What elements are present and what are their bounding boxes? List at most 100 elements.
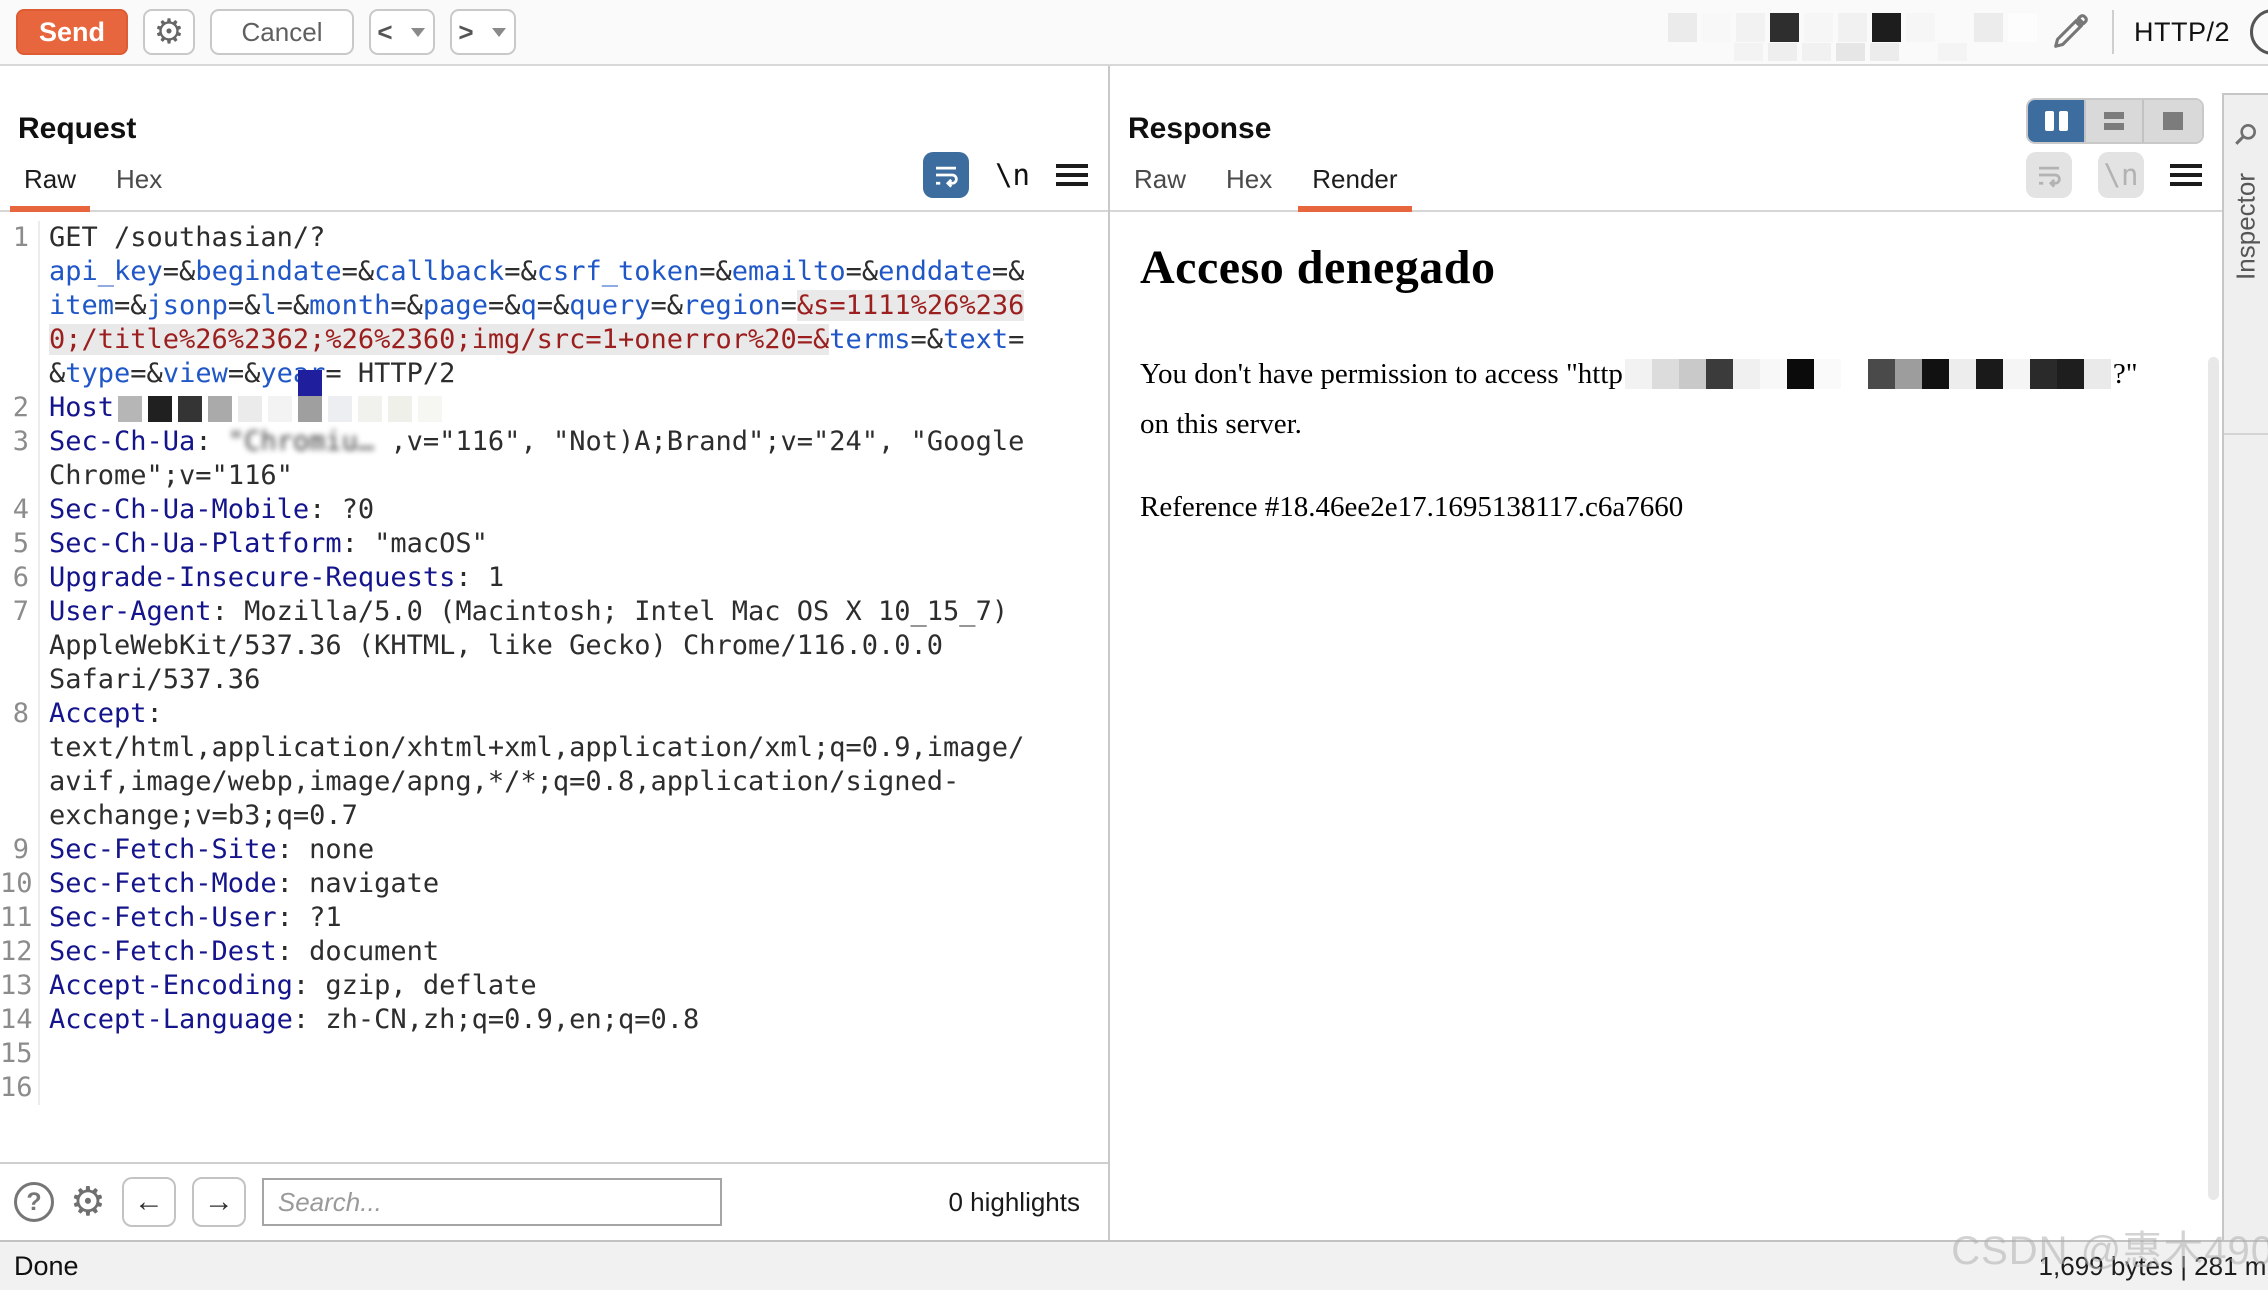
line-number: 3 <box>0 425 40 493</box>
line-number: 15 <box>0 1037 40 1071</box>
layout-columns-button[interactable] <box>2028 100 2086 142</box>
request-line-text[interactable] <box>40 1071 1108 1105</box>
word-wrap-toggle-disabled[interactable] <box>2026 152 2072 198</box>
gear-icon: ⚙ <box>154 15 184 49</box>
request-line: 12Sec-Fetch-Dest: document <box>0 935 1108 969</box>
line-number: 13 <box>0 969 40 1003</box>
line-number: 14 <box>0 1003 40 1037</box>
request-line: 6Upgrade-Insecure-Requests: 1 <box>0 561 1108 595</box>
request-line: 2Host <box>0 391 1108 425</box>
request-line-text[interactable]: Sec-Ch-Ua-Platform: "macOS" <box>40 527 1108 561</box>
send-settings-button[interactable]: ⚙ <box>143 9 195 55</box>
request-line-text[interactable]: Sec-Fetch-Site: none <box>40 833 1108 867</box>
response-menu-icon[interactable] <box>2170 164 2202 186</box>
line-number: 12 <box>0 935 40 969</box>
request-line-text[interactable]: Sec-Fetch-User: ?1 <box>40 901 1108 935</box>
caret-down-icon[interactable] <box>492 28 506 37</box>
back-button[interactable]: < <box>369 9 435 55</box>
request-line: 10Sec-Fetch-Mode: navigate <box>0 867 1108 901</box>
inspector-icon <box>2233 121 2259 147</box>
protocol-label[interactable]: HTTP/2 <box>2134 17 2230 48</box>
next-match-button[interactable]: → <box>192 1177 246 1227</box>
request-tab-raw[interactable]: Raw <box>8 164 92 210</box>
status-bar: Done 1,699 bytes | 281 mil <box>0 1240 2268 1290</box>
render-heading: Acceso denegado <box>1140 240 2162 295</box>
search-settings-icon[interactable]: ⚙ <box>70 1182 106 1222</box>
request-title: Request <box>18 112 1108 146</box>
layout-rows-button[interactable] <box>2086 100 2144 142</box>
response-scrollbar[interactable] <box>2208 357 2219 1200</box>
show-newlines-toggle[interactable]: \n <box>995 158 1030 192</box>
request-line: 5Sec-Ch-Ua-Platform: "macOS" <box>0 527 1108 561</box>
redacted-target-info <box>1668 3 2028 61</box>
status-done: Done <box>14 1251 79 1282</box>
cancel-button[interactable]: Cancel <box>210 9 354 55</box>
previous-match-button[interactable]: ← <box>122 1177 176 1227</box>
request-line: 13Accept-Encoding: gzip, deflate <box>0 969 1108 1003</box>
show-newlines-toggle-disabled[interactable]: \n <box>2098 152 2144 198</box>
request-panel: Request RawHex \n 1GET /southasian/?api_… <box>0 66 1110 1240</box>
response-render-view: Acceso denegado You don't have permissio… <box>1110 212 2222 1240</box>
main-split: Request RawHex \n 1GET /southasian/?api_… <box>0 66 2268 1240</box>
highlights-count: 0 highlights <box>948 1187 1080 1218</box>
request-line-text[interactable]: Accept-Encoding: gzip, deflate <box>40 969 1108 1003</box>
forward-button[interactable]: > <box>450 9 516 55</box>
inspector-label: Inspector <box>2231 173 2262 280</box>
request-line-text[interactable]: User-Agent: Mozilla/5.0 (Macintosh; Inte… <box>40 595 1108 697</box>
request-line-text[interactable]: Accept: text/html,application/xhtml+xml,… <box>40 697 1108 833</box>
response-tab-raw[interactable]: Raw <box>1118 164 1202 210</box>
request-menu-icon[interactable] <box>1056 164 1088 186</box>
top-toolbar: Send ⚙ Cancel < > HTTP/2 <box>0 0 2268 66</box>
request-line: 11Sec-Fetch-User: ?1 <box>0 901 1108 935</box>
line-number: 7 <box>0 595 40 697</box>
render-body: You don't have permission to access "htt… <box>1140 349 2160 449</box>
send-button[interactable]: Send <box>16 9 128 55</box>
layout-single-button[interactable] <box>2144 100 2202 142</box>
request-line-text[interactable]: Host <box>40 391 1108 425</box>
response-panel: Response RawHexRender \n Acce <box>1110 66 2222 1240</box>
response-tab-render[interactable]: Render <box>1296 164 1413 210</box>
request-line-text[interactable]: GET /southasian/?api_key=&begindate=&cal… <box>40 221 1108 391</box>
word-wrap-toggle[interactable] <box>923 152 969 198</box>
request-line-text[interactable]: Sec-Ch-Ua: "Chromiu… ,v="116", "Not)A;Br… <box>40 425 1108 493</box>
request-line: 3Sec-Ch-Ua: "Chromiu… ,v="116", "Not)A;B… <box>0 425 1108 493</box>
edit-pencil-icon[interactable] <box>2048 10 2092 54</box>
status-bytes: 1,699 bytes | 281 mil <box>2039 1251 2268 1282</box>
line-number: 6 <box>0 561 40 595</box>
inspector-sidebar[interactable]: Inspector <box>2222 93 2268 1240</box>
request-line: 16 <box>0 1071 1108 1105</box>
request-line-text[interactable] <box>40 1037 1108 1071</box>
request-line-text[interactable]: Sec-Fetch-Dest: document <box>40 935 1108 969</box>
request-tab-hex[interactable]: Hex <box>100 164 178 210</box>
search-help-icon[interactable]: ? <box>14 1182 54 1222</box>
chevron-left-icon: < <box>369 17 400 48</box>
request-line-text[interactable]: Sec-Fetch-Mode: navigate <box>40 867 1108 901</box>
request-line: 14Accept-Language: zh-CN,zh;q=0.9,en;q=0… <box>0 1003 1108 1037</box>
redacted-value <box>118 396 448 422</box>
line-number: 4 <box>0 493 40 527</box>
request-line: 8Accept: text/html,application/xhtml+xml… <box>0 697 1108 833</box>
request-line: 1GET /southasian/?api_key=&begindate=&ca… <box>0 221 1108 391</box>
caret-down-icon[interactable] <box>411 28 425 37</box>
request-line-text[interactable]: Sec-Ch-Ua-Mobile: ?0 <box>40 493 1108 527</box>
line-number: 9 <box>0 833 40 867</box>
request-line-text[interactable]: Accept-Language: zh-CN,zh;q=0.9,en;q=0.8 <box>40 1003 1108 1037</box>
request-editor[interactable]: 1GET /southasian/?api_key=&begindate=&ca… <box>0 212 1108 1162</box>
search-input[interactable] <box>262 1178 722 1226</box>
response-tab-hex[interactable]: Hex <box>1210 164 1288 210</box>
line-number: 1 <box>0 221 40 391</box>
line-number: 8 <box>0 697 40 833</box>
redacted-url <box>1625 359 2111 389</box>
request-line-text[interactable]: Upgrade-Insecure-Requests: 1 <box>40 561 1108 595</box>
line-number: 2 <box>0 391 40 425</box>
render-reference: Reference #18.46ee2e17.1695138117.c6a766… <box>1140 491 2162 524</box>
request-search-bar: ? ⚙ ← → 0 highlights <box>0 1162 1108 1240</box>
line-number: 5 <box>0 527 40 561</box>
request-tab-bar: RawHex \n <box>0 158 1108 212</box>
layout-switch <box>2026 98 2204 144</box>
chevron-right-icon: > <box>450 17 481 48</box>
help-icon[interactable] <box>2250 9 2268 55</box>
response-tab-bar: RawHexRender \n <box>1110 158 2222 212</box>
request-line: 15 <box>0 1037 1108 1071</box>
line-number: 11 <box>0 901 40 935</box>
